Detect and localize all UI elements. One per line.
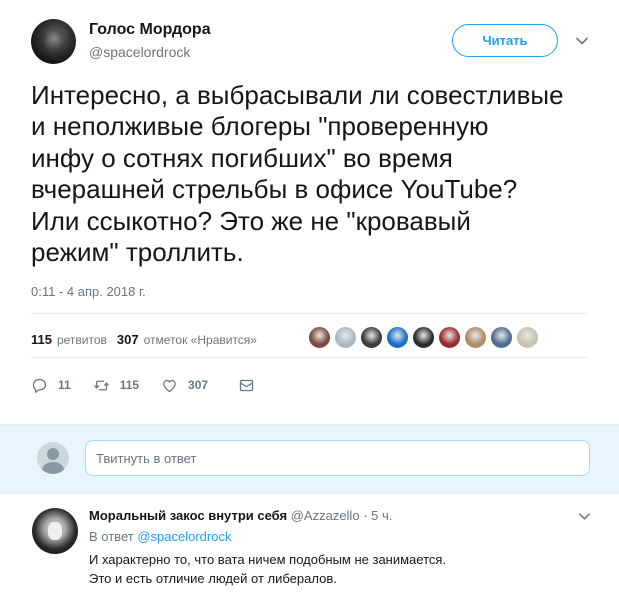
reply-author-handle[interactable]: @Azzazello xyxy=(291,508,360,523)
liker-avatar-9[interactable] xyxy=(516,326,539,349)
like-action[interactable]: 307 xyxy=(161,377,208,394)
tweet-stats: 115 ретвитов 307 отметок «Нравится» xyxy=(31,322,267,356)
reply-author-name[interactable]: Моральный закос внутри себя xyxy=(89,508,287,523)
reply-header: Моральный закос внутри себя @Azzazello ·… xyxy=(89,508,392,523)
liker-avatar-8[interactable] xyxy=(490,326,513,349)
liker-avatar-6[interactable] xyxy=(438,326,461,349)
author-avatar[interactable] xyxy=(31,19,76,64)
chevron-down-icon[interactable] xyxy=(578,510,591,523)
envelope-icon xyxy=(239,379,254,391)
tweet-actions: 11 115 307 xyxy=(31,372,287,398)
liker-avatar-5[interactable] xyxy=(412,326,435,349)
reply-input[interactable] xyxy=(85,440,590,476)
liker-avatars xyxy=(308,326,542,349)
like-count: 307 xyxy=(188,378,209,392)
current-user-avatar xyxy=(37,442,69,474)
likes-stat[interactable]: 307 отметок «Нравится» xyxy=(117,332,257,347)
likes-count: 307 xyxy=(116,331,139,347)
liker-avatar-3[interactable] xyxy=(360,326,383,349)
author-screen-name[interactable]: @spacelordrock xyxy=(89,44,190,60)
reply-action[interactable]: 11 xyxy=(31,377,71,394)
reply-author-avatar[interactable] xyxy=(32,508,78,554)
tweet: Голос Мордора @spacelordrock Читать Инте… xyxy=(0,0,619,424)
liker-avatar-1[interactable] xyxy=(308,326,331,349)
retweet-icon xyxy=(93,380,109,390)
liker-avatar-2[interactable] xyxy=(334,326,357,349)
tweet-text: Интересно, а выбрасывали ли совестливые … xyxy=(31,80,564,268)
reply-time[interactable]: 5 ч. xyxy=(371,508,392,523)
reply-composer xyxy=(0,424,619,494)
retweets-count: 115 xyxy=(31,331,52,347)
retweet-count: 115 xyxy=(119,378,140,392)
reply-text: И характерно то, что вата ничем подобным… xyxy=(89,552,447,586)
chevron-down-icon[interactable] xyxy=(575,34,589,48)
liker-avatar-4[interactable] xyxy=(386,326,409,349)
reply-icon xyxy=(32,378,47,393)
retweet-action[interactable]: 115 xyxy=(93,377,139,394)
divider xyxy=(31,313,588,314)
replying-to-prefix: В ответ xyxy=(89,529,134,544)
reply-tweet[interactable]: Моральный закос внутри себя @Azzazello ·… xyxy=(0,494,619,592)
follow-button[interactable]: Читать xyxy=(452,24,558,57)
reply-count: 11 xyxy=(58,378,71,392)
heart-icon xyxy=(163,379,176,392)
direct-message-action[interactable] xyxy=(238,377,265,394)
likes-label: отметок «Нравится» xyxy=(143,332,257,347)
divider xyxy=(31,357,588,358)
tweet-timestamp[interactable]: 0:11 - 4 апр. 2018 г. xyxy=(31,284,146,299)
retweets-stat[interactable]: 115 ретвитов xyxy=(31,332,107,347)
replying-to-link[interactable]: @spacelordrock xyxy=(137,529,231,544)
author-display-name[interactable]: Голос Мордора xyxy=(89,21,211,39)
retweets-label: ретвитов xyxy=(56,332,107,347)
replying-to: В ответ @spacelordrock xyxy=(89,529,231,544)
reply-separator: · xyxy=(363,508,368,523)
liker-avatar-7[interactable] xyxy=(464,326,487,349)
